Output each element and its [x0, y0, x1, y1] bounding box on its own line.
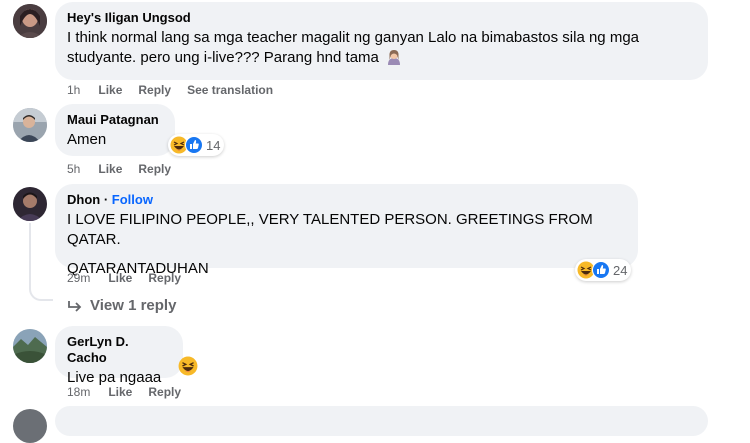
comment-text-line: I LOVE FILIPINO PEOPLE,, VERY TALENTED P… — [67, 211, 593, 248]
reaction-count: 14 — [206, 137, 221, 153]
like-button[interactable]: Like — [108, 384, 132, 400]
reply-button[interactable]: Reply — [138, 161, 171, 177]
comment-timestamp[interactable]: 1h — [67, 82, 80, 98]
comment-author[interactable]: Maui Patagnan — [67, 112, 163, 128]
avatar[interactable] — [13, 4, 47, 38]
comment-timestamp[interactable]: 29m — [67, 270, 90, 286]
reply-button[interactable]: Reply — [148, 384, 181, 400]
avatar[interactable] — [13, 108, 47, 142]
reply-arrow-icon — [68, 300, 82, 312]
comment-text: I LOVE FILIPINO PEOPLE,, VERY TALENTED P… — [67, 210, 626, 279]
see-translation-button[interactable]: See translation — [187, 82, 273, 98]
woman-emoji-icon — [386, 49, 402, 71]
comment-author-name[interactable]: Dhon — [67, 192, 100, 207]
comment-bubble — [55, 406, 708, 436]
comment-author[interactable]: GerLyn D. Cacho — [67, 334, 171, 366]
view-replies-button[interactable]: View 1 reply — [68, 297, 176, 314]
comment-meta: 29m Like Reply — [67, 270, 197, 286]
comment-author[interactable]: Hey's Iligan Ungsod — [67, 10, 696, 26]
comment-item: GerLyn D. Cacho Live pa ngaaa 18m Like R… — [0, 322, 750, 416]
comment-timestamp[interactable]: 18m — [67, 384, 90, 400]
reaction-count: 24 — [613, 262, 628, 278]
reaction-summary[interactable]: 24 — [575, 259, 632, 281]
view-replies-label: View 1 reply — [90, 297, 177, 314]
comment-bubble: Maui Patagnan Amen — [55, 104, 175, 156]
comment-author: Dhon · Follow — [67, 192, 626, 208]
avatar[interactable] — [13, 329, 47, 363]
laughing-emoji-icon — [178, 356, 198, 381]
comment-item: Maui Patagnan Amen 14 5h Like Reply — [0, 100, 750, 180]
like-icon — [185, 136, 203, 154]
comment-meta: 1h Like Reply See translation — [67, 82, 289, 98]
thread-connector — [29, 223, 53, 301]
like-button[interactable]: Like — [98, 161, 122, 177]
like-icon — [592, 261, 610, 279]
reply-button[interactable]: Reply — [138, 82, 171, 98]
comment-meta: 5h Like Reply — [67, 161, 187, 177]
comment-bubble: Dhon · Follow I LOVE FILIPINO PEOPLE,, V… — [55, 184, 638, 277]
separator-dot: · — [100, 192, 112, 207]
comment-text-line: I think normal lang sa mga teacher magal… — [67, 29, 639, 66]
comment-item: Hey's Iligan Ungsod I think normal lang … — [0, 0, 750, 100]
comment-bubble: Hey's Iligan Ungsod I think normal lang … — [55, 2, 708, 80]
reply-button[interactable]: Reply — [148, 270, 181, 286]
comment-text: I think normal lang sa mga teacher magal… — [67, 28, 696, 71]
follow-button[interactable]: Follow — [112, 192, 153, 207]
comment-meta: 18m Like Reply — [67, 384, 197, 400]
reaction-summary[interactable]: 14 — [168, 134, 225, 156]
avatar[interactable] — [13, 187, 47, 221]
like-button[interactable]: Like — [108, 270, 132, 286]
comment-text: Amen — [67, 131, 107, 148]
comment-bubble: GerLyn D. Cacho Live pa ngaaa — [55, 326, 183, 386]
avatar[interactable] — [13, 409, 47, 443]
like-button[interactable]: Like — [98, 82, 122, 98]
comment-timestamp[interactable]: 5h — [67, 161, 80, 177]
comment-item: Dhon · Follow I LOVE FILIPINO PEOPLE,, V… — [0, 180, 750, 320]
